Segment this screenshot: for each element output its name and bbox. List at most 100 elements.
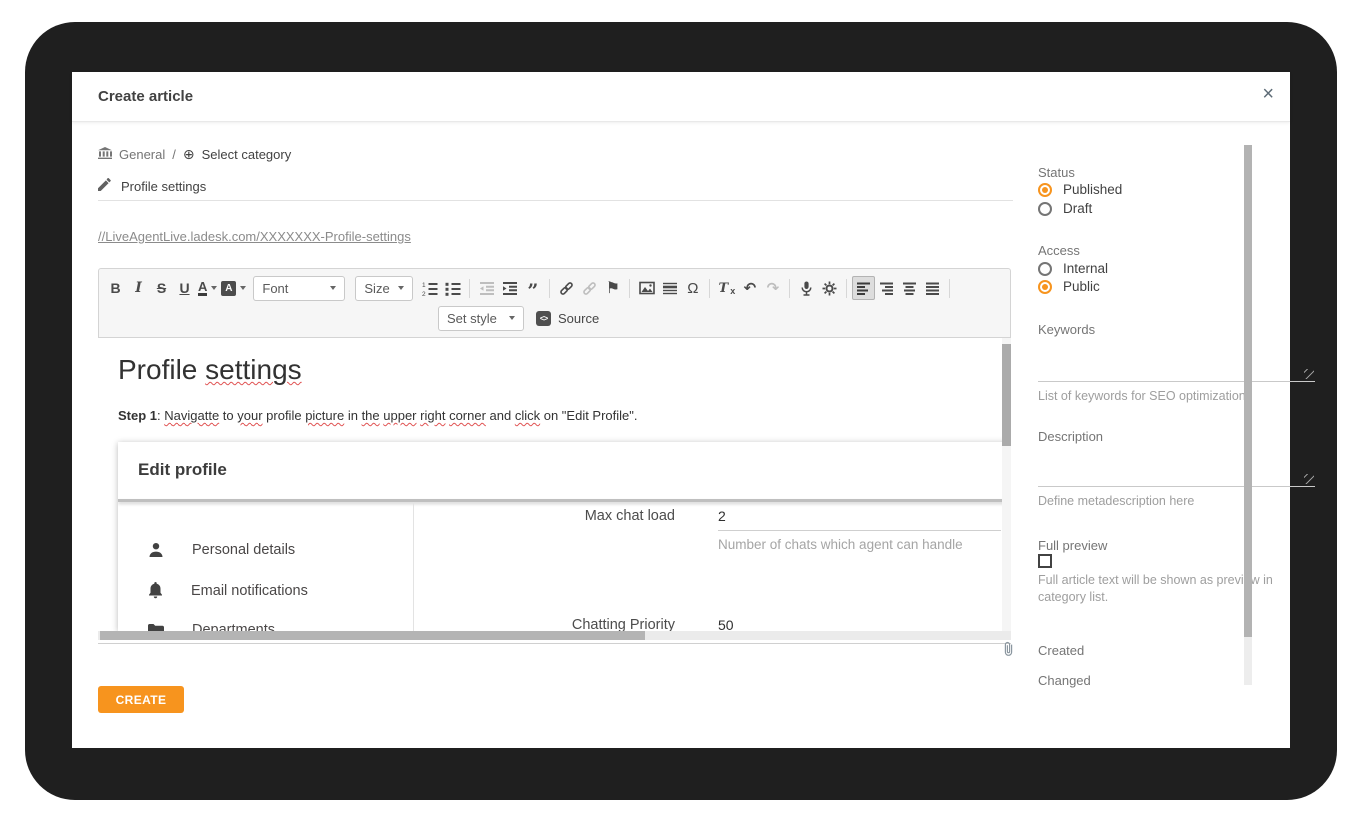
undo-button[interactable]: ↶ (738, 276, 761, 300)
toolbar-separator (469, 279, 470, 298)
radio-selected-icon[interactable] (1038, 280, 1052, 294)
indent-button[interactable] (498, 276, 521, 300)
scrollbar-thumb[interactable] (1002, 344, 1011, 446)
bold-button[interactable]: B (104, 276, 127, 300)
link-button[interactable] (555, 276, 578, 300)
embed-nav-personal-details: Personal details (148, 542, 295, 558)
speech-settings-button[interactable] (818, 276, 841, 300)
background-color-icon: A (221, 281, 236, 296)
status-label: Status (1038, 165, 1075, 180)
toolbar-row-2: Set style <> Source (104, 303, 1005, 333)
text-color-button[interactable]: A (196, 276, 219, 300)
remove-format-button[interactable]: T x (715, 276, 738, 300)
italic-button[interactable]: I (127, 276, 150, 300)
dialog-title: Create article (98, 88, 193, 105)
link-icon (558, 281, 575, 296)
embed-nav-departments: Departments (148, 622, 275, 631)
full-preview-label: Full preview (1038, 538, 1107, 553)
toolbar-row-1: B I S U A A Font Size (104, 273, 1005, 303)
radio-unselected-icon[interactable] (1038, 262, 1052, 276)
toolbar-separator (789, 279, 790, 298)
horizontal-rule-button[interactable] (658, 276, 681, 300)
document-heading: Profile settings (118, 354, 302, 386)
align-right-button[interactable] (875, 276, 898, 300)
resize-handle-icon[interactable] (1304, 474, 1314, 484)
source-code-icon: <> (536, 311, 551, 326)
anchor-flag-button[interactable]: ⚑ (601, 276, 624, 300)
font-select[interactable]: Font (253, 276, 345, 301)
numbered-list-button[interactable]: 12 (418, 276, 441, 300)
radio-unselected-icon[interactable] (1038, 202, 1052, 216)
justify-button[interactable] (921, 276, 944, 300)
redo-button: ↷ (761, 276, 784, 300)
image-icon (639, 281, 655, 295)
horizontal-rule-icon (662, 281, 678, 295)
breadcrumb-category[interactable]: General (119, 147, 165, 162)
svg-text:2: 2 (422, 291, 426, 296)
source-button[interactable]: <> Source (536, 311, 599, 326)
chevron-down-icon (509, 316, 515, 320)
sidebar-scrollbar[interactable] (1244, 145, 1252, 685)
align-left-button[interactable] (852, 276, 875, 300)
background-color-button[interactable]: A (219, 276, 248, 300)
align-right-icon (879, 282, 894, 295)
description-hint: Define metadescription here (1038, 493, 1318, 510)
embed-nav-email-notifications: Email notifications (148, 582, 308, 599)
add-category-icon: ⊕ (183, 146, 195, 163)
scrollbar-thumb[interactable] (1244, 145, 1252, 637)
resize-handle-icon[interactable] (1304, 369, 1314, 379)
select-category-link[interactable]: Select category (202, 147, 292, 162)
bulleted-list-button[interactable] (441, 276, 464, 300)
bulleted-list-icon (445, 281, 461, 296)
align-center-button[interactable] (898, 276, 921, 300)
full-preview-checkbox[interactable] (1038, 554, 1052, 568)
speech-mic-button[interactable] (795, 276, 818, 300)
attachment-button[interactable] (1003, 641, 1014, 662)
strikethrough-button[interactable]: S (150, 276, 173, 300)
status-option-draft[interactable]: Draft (1038, 201, 1092, 216)
radio-selected-icon[interactable] (1038, 183, 1052, 197)
set-style-select[interactable]: Set style (438, 306, 524, 331)
embed-field-label: Chatting Priority (475, 617, 675, 631)
editor-horizontal-scrollbar[interactable] (98, 631, 1011, 640)
blockquote-button[interactable]: ” (521, 279, 544, 303)
image-button[interactable] (635, 276, 658, 300)
keywords-textarea[interactable] (1038, 340, 1315, 382)
underline-button[interactable]: U (173, 276, 196, 300)
divider (98, 200, 1013, 201)
keywords-label: Keywords (1038, 322, 1095, 337)
access-option-internal[interactable]: Internal (1038, 261, 1108, 276)
size-select[interactable]: Size (355, 276, 413, 301)
breadcrumb-separator: / (172, 147, 176, 162)
scrollbar-thumb[interactable] (100, 631, 645, 640)
editor-vertical-scrollbar[interactable] (1002, 338, 1011, 631)
set-style-value: Set style (447, 311, 497, 326)
special-char-button[interactable]: Ω (681, 276, 704, 300)
description-textarea[interactable] (1038, 449, 1315, 487)
unlink-icon (581, 281, 598, 296)
article-name-row[interactable]: Profile settings (98, 178, 206, 194)
editor-content[interactable]: Profile settings Step 1: Navigatte to yo… (98, 338, 1011, 631)
document-paragraph: Step 1: Navigatte to your profile pictur… (118, 408, 638, 423)
full-preview-hint: Full article text will be shown as previ… (1038, 572, 1318, 606)
justify-icon (925, 282, 940, 295)
gear-icon (822, 281, 837, 296)
access-label: Access (1038, 243, 1080, 258)
radio-label: Internal (1063, 261, 1108, 276)
source-label: Source (558, 311, 599, 326)
outdent-icon (479, 281, 495, 296)
text-color-icon: A (198, 280, 207, 296)
person-icon (148, 542, 164, 558)
align-left-icon (856, 282, 871, 295)
access-option-public[interactable]: Public (1038, 279, 1100, 294)
embed-field-hint: Number of chats which agent can handle (718, 537, 963, 552)
breadcrumb: General / ⊕ Select category (98, 146, 291, 163)
article-url-link[interactable]: //LiveAgentLive.ladesk.com/XXXXXXX-Profi… (98, 229, 411, 244)
chevron-down-icon (330, 286, 336, 290)
toolbar-separator (709, 279, 710, 298)
status-option-published[interactable]: Published (1038, 182, 1122, 197)
create-button[interactable]: CREATE (98, 686, 184, 713)
font-select-value: Font (262, 281, 288, 296)
chevron-down-icon (240, 286, 246, 290)
close-icon[interactable]: × (1262, 84, 1274, 104)
